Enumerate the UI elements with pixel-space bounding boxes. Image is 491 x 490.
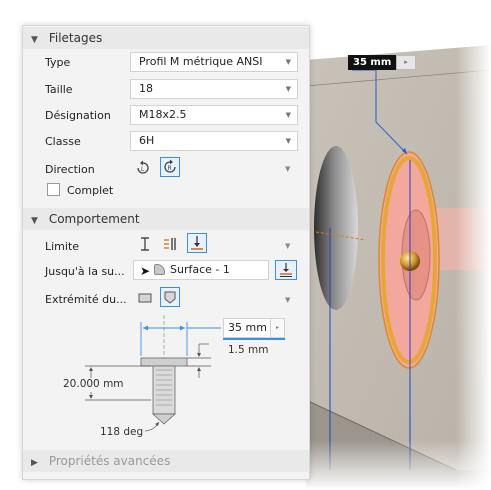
diameter-input[interactable]: 35 mm — [223, 318, 271, 338]
hole-preview-diagram — [85, 315, 221, 432]
diameter-value: 35 mm — [228, 321, 267, 334]
diameter-focus-underline — [223, 338, 285, 340]
angle-annotation[interactable]: 118 deg — [100, 426, 143, 438]
viewport-dimension-spin[interactable]: ▸ — [396, 55, 416, 70]
3d-viewport[interactable]: 35 mm ▸ — [306, 0, 491, 490]
thread-properties-panel: ▼ Filetages Type Profil M métrique ANSI … — [22, 25, 310, 480]
viewport-dimension-label[interactable]: 35 mm — [348, 55, 397, 70]
diameter-spin-button[interactable]: ▸ — [271, 318, 285, 338]
existing-hole — [314, 146, 358, 310]
offset-annotation[interactable]: 1.5 mm — [228, 344, 269, 356]
section-advanced-title: Propriétés avancées — [48, 454, 171, 468]
section-advanced-header[interactable]: ▶ Propriétés avancées — [23, 450, 309, 472]
depth-annotation[interactable]: 20.000 mm — [63, 378, 124, 390]
viewport-scene — [306, 0, 491, 490]
expand-triangle-icon: ▶ — [31, 458, 38, 468]
